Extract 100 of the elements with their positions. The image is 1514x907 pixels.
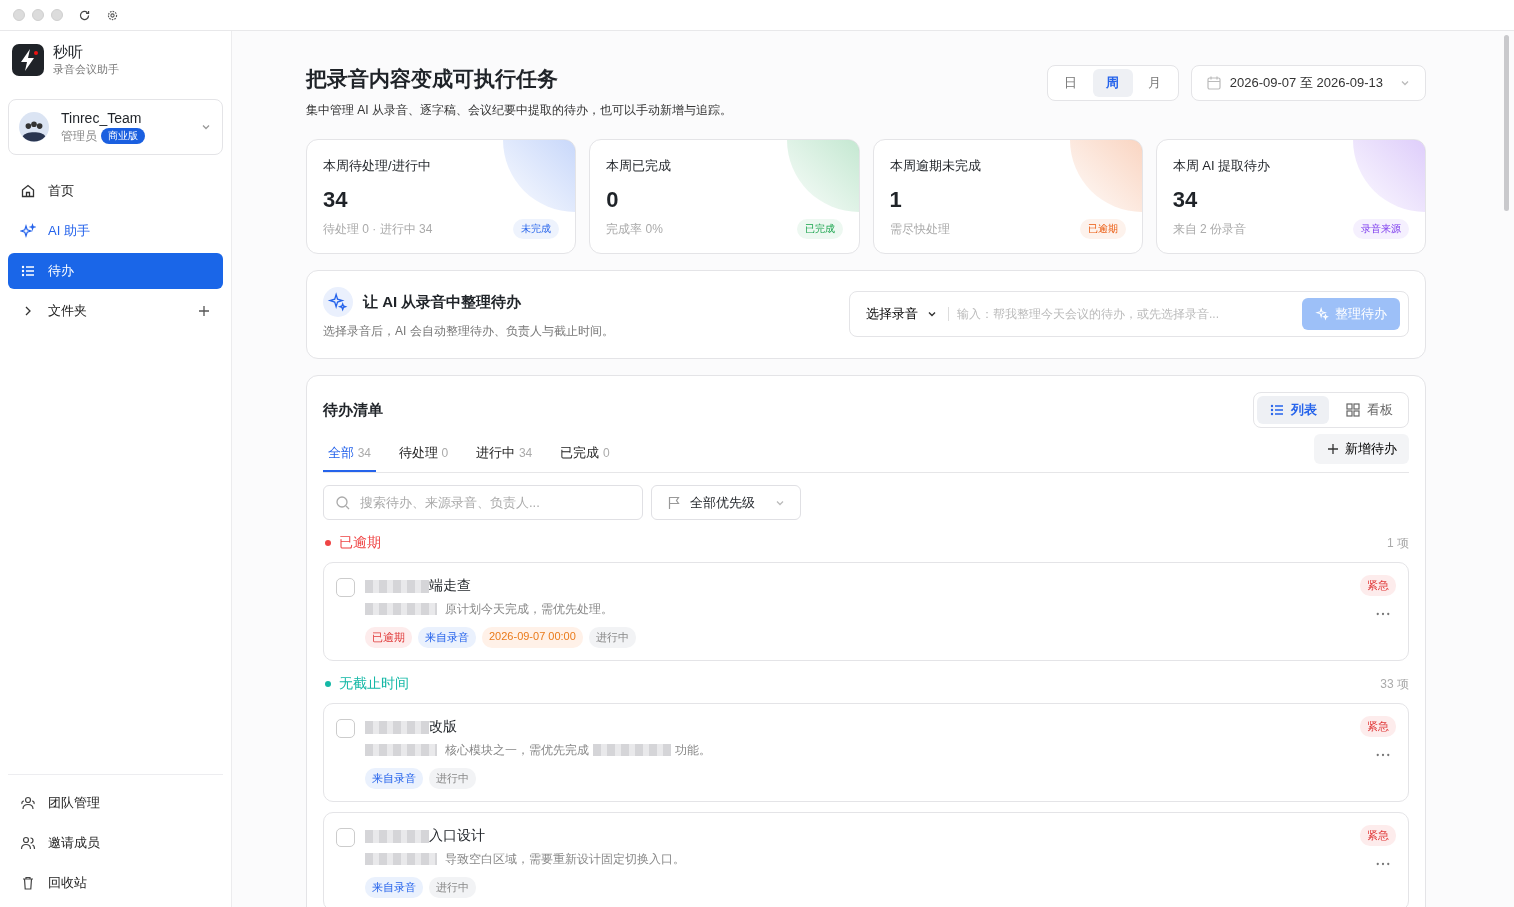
- filter-tab[interactable]: 进行中 34: [471, 436, 538, 473]
- date-range-picker[interactable]: 2026-09-07 至 2026-09-13: [1190, 65, 1426, 101]
- add-todo-button[interactable]: 新增待办: [1314, 434, 1409, 465]
- plan-badge: 商业版: [101, 128, 145, 144]
- plus-icon: [197, 304, 211, 318]
- more-icon: [1376, 612, 1390, 617]
- account-role: 管理员: [61, 127, 97, 145]
- reload-icon[interactable]: [78, 8, 91, 22]
- search-field[interactable]: 搜索待办、来源录音、负责人...: [323, 485, 643, 521]
- period-tab[interactable]: 周: [1092, 69, 1133, 97]
- home-icon: [20, 183, 36, 199]
- stat-title: 本周 AI 提取待办: [1172, 157, 1272, 176]
- task-description: 导致空白区域，需要重新设计固定切换入口。: [445, 850, 685, 868]
- item-count: 1 项: [1387, 534, 1409, 552]
- list-icon: [20, 263, 36, 279]
- stat-value: 34: [323, 187, 349, 214]
- stat-note: 待处理 0 · 进行中 34: [323, 220, 433, 238]
- task-tag: 已逾期: [365, 627, 412, 649]
- task-title: 改版: [429, 718, 457, 737]
- group-title: 无截止时间: [339, 675, 409, 694]
- app-logo-icon: [12, 44, 44, 76]
- priority-badge: 紧急: [1360, 716, 1396, 738]
- task-description: 核心模块之一，需优先完成: [445, 741, 589, 759]
- checkbox[interactable]: [336, 828, 355, 848]
- search-icon: [335, 495, 351, 512]
- priority-badge: 紧急: [1360, 825, 1396, 847]
- window-control[interactable]: [13, 9, 25, 21]
- stat-title: 本周待处理/进行中: [323, 157, 432, 176]
- window-control[interactable]: [51, 9, 63, 21]
- stat-note: 来自 2 份录音: [1172, 220, 1247, 238]
- view-tab[interactable]: 列表: [1257, 396, 1329, 425]
- task-title: 端走查: [429, 577, 471, 596]
- account-switcher[interactable]: Tinrec_Team 管理员 商业版: [8, 99, 223, 155]
- stat-value: 1: [889, 187, 903, 214]
- task-tag: 来自录音: [365, 877, 423, 899]
- panel-subtitle: 选择录音后，AI 会自动整理待办、负责人与截止时间。: [323, 323, 614, 341]
- page-subtitle: 集中管理 AI 从录音、逐字稿、会议纪要中提取的待办，也可以手动新增与追踪。: [306, 102, 732, 120]
- task-tag: 来自录音: [418, 627, 476, 649]
- scrollbar[interactable]: [1504, 35, 1509, 211]
- priority-filter[interactable]: 全部优先级: [651, 485, 801, 521]
- task-tag: 来自录音: [365, 768, 423, 790]
- stat-title: 本周已完成: [606, 157, 673, 176]
- settings-icon[interactable]: [106, 8, 119, 22]
- trash-icon: [20, 875, 36, 891]
- nav-item[interactable]: AI 助手: [8, 213, 223, 249]
- more-icon: [1376, 862, 1390, 867]
- status-badge: 录音来源: [1353, 219, 1409, 240]
- nav-item[interactable]: 回收站: [8, 865, 223, 901]
- stat-note: 完成率 0%: [606, 220, 663, 238]
- sparkle-icon: [323, 287, 353, 318]
- task-tag: 进行中: [429, 768, 476, 790]
- checkbox[interactable]: [336, 578, 355, 598]
- sparkle-icon: [20, 223, 36, 239]
- account-name: Tinrec_Team: [61, 109, 143, 126]
- grid-icon: [1345, 402, 1361, 419]
- more-icon: [1376, 753, 1390, 758]
- task-tag: 2026-09-07 00:00: [482, 627, 583, 649]
- nav-item[interactable]: 邀请成员: [8, 825, 223, 861]
- task-tag: 进行中: [588, 627, 636, 649]
- nav-item[interactable]: 首页: [8, 173, 223, 209]
- panel-title: 让 AI 从录音中整理待办: [363, 292, 522, 312]
- section-title: 待办清单: [323, 400, 383, 420]
- app-name: 秒听: [53, 43, 84, 62]
- people-icon: [20, 835, 36, 851]
- group-title: 已逾期: [339, 534, 381, 553]
- sparkle-icon: [1315, 306, 1329, 321]
- task-card[interactable]: 改版 核心模块之一，需优先完成 功能。 来自录音 进行中 紧急: [323, 703, 1409, 803]
- flag-icon: [666, 494, 682, 511]
- filter-tab[interactable]: 已完成 0: [555, 436, 615, 473]
- date-range-text: 2026-09-07 至 2026-09-13: [1229, 74, 1383, 92]
- stat-note: 需尽快处理: [889, 220, 950, 238]
- window-control[interactable]: [32, 9, 44, 21]
- status-badge: 已逾期: [1079, 219, 1126, 240]
- task-description: 功能。: [675, 741, 711, 759]
- people-icon: [20, 795, 36, 811]
- task-card[interactable]: 端走查 原计划今天完成，需优先处理。 已逾期 来自录音 2026-09-07 00:00 进行中 紧急: [323, 562, 1409, 662]
- status-badge: 已完成: [796, 219, 843, 240]
- filter-tab[interactable]: 全部 34: [323, 436, 376, 473]
- stat-value: 34: [1172, 187, 1199, 214]
- app-tagline: 录音会议助手: [53, 62, 119, 77]
- nav-item[interactable]: 团队管理: [8, 785, 223, 821]
- period-tab[interactable]: 日: [1050, 69, 1091, 97]
- avatar-icon: [19, 112, 49, 142]
- page-title: 把录音内容变成可执行任务: [306, 66, 559, 92]
- priority-badge: 紧急: [1360, 575, 1396, 597]
- nav-item[interactable]: 待办: [8, 253, 223, 289]
- stat-title: 本周逾期未完成: [889, 157, 982, 176]
- plus-icon: [1326, 442, 1340, 457]
- stat-value: 0: [606, 187, 620, 214]
- nav-item[interactable]: 文件夹: [8, 293, 223, 329]
- task-title: 入口设计: [429, 827, 485, 846]
- checkbox[interactable]: [336, 719, 355, 739]
- task-tag: 进行中: [429, 877, 476, 899]
- filter-tab[interactable]: 待处理 0: [394, 436, 454, 473]
- task-description: 原计划今天完成，需优先处理。: [445, 600, 613, 618]
- calendar-icon: [1205, 75, 1222, 91]
- view-tab[interactable]: 看板: [1333, 396, 1405, 425]
- item-count: 33 项: [1380, 675, 1409, 693]
- status-badge: 未完成: [513, 219, 560, 240]
- period-tab[interactable]: 月: [1134, 69, 1175, 97]
